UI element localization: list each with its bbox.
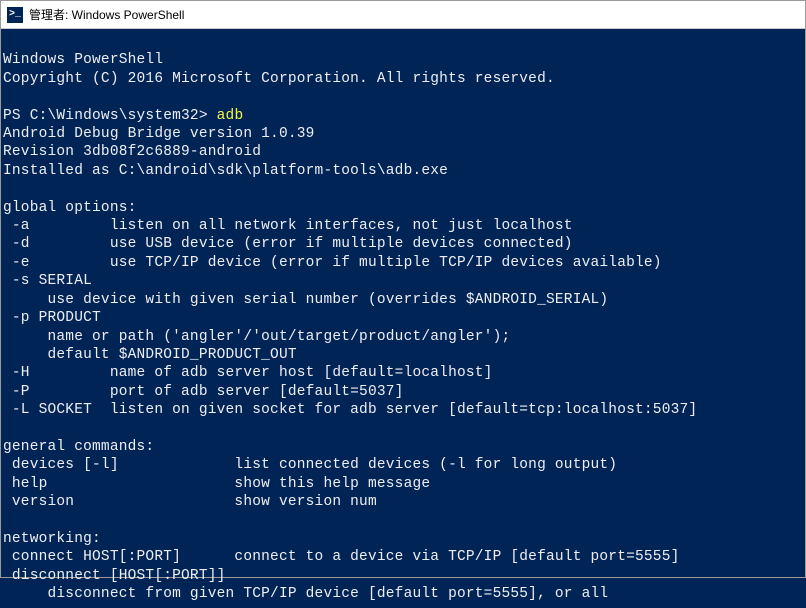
option-s-desc: use device with given serial number (ove… (3, 292, 608, 308)
option-s: -s SERIAL (3, 273, 92, 289)
adb-installed-line: Installed as C:\android\sdk\platform-too… (3, 163, 448, 179)
option-a: -a listen on all network interfaces, not… (3, 218, 573, 234)
cmd-connect: connect HOST[:PORT] connect to a device … (3, 549, 680, 565)
section-networking: networking: (3, 531, 101, 547)
option-H: -H name of adb server host [default=loca… (3, 365, 493, 381)
cmd-help: help show this help message (3, 476, 430, 492)
cmd-disconnect: disconnect [HOST[:PORT]] (3, 568, 226, 584)
option-p-desc1: name or path ('angler'/'out/target/produ… (3, 329, 510, 345)
window-title: 管理者: Windows PowerShell (29, 6, 184, 23)
adb-version-line: Android Debug Bridge version 1.0.39 (3, 126, 315, 142)
section-general-commands: general commands: (3, 439, 154, 455)
option-L: -L SOCKET listen on given socket for adb… (3, 402, 697, 418)
option-p: -p PRODUCT (3, 310, 101, 326)
window-titlebar[interactable]: >_ 管理者: Windows PowerShell (1, 1, 805, 29)
option-P: -P port of adb server [default=5037] (3, 384, 404, 400)
section-global-options: global options: (3, 200, 137, 216)
option-d: -d use USB device (error if multiple dev… (3, 236, 573, 252)
command-input: adb (217, 108, 244, 124)
option-p-desc2: default $ANDROID_PRODUCT_OUT (3, 347, 297, 363)
option-e: -e use TCP/IP device (error if multiple … (3, 255, 662, 271)
banner-line-2: Copyright (C) 2016 Microsoft Corporation… (3, 71, 555, 87)
prompt: PS C:\Windows\system32> (3, 108, 217, 124)
powershell-icon: >_ (7, 7, 23, 23)
cmd-devices: devices [-l] list connected devices (-l … (3, 457, 617, 473)
terminal-output[interactable]: Windows PowerShell Copyright (C) 2016 Mi… (1, 29, 805, 608)
cmd-version: version show version num (3, 494, 377, 510)
banner-line-1: Windows PowerShell (3, 52, 163, 68)
adb-revision-line: Revision 3db08f2c6889-android (3, 144, 261, 160)
cmd-disconnect-desc: disconnect from given TCP/IP device [def… (3, 586, 608, 602)
